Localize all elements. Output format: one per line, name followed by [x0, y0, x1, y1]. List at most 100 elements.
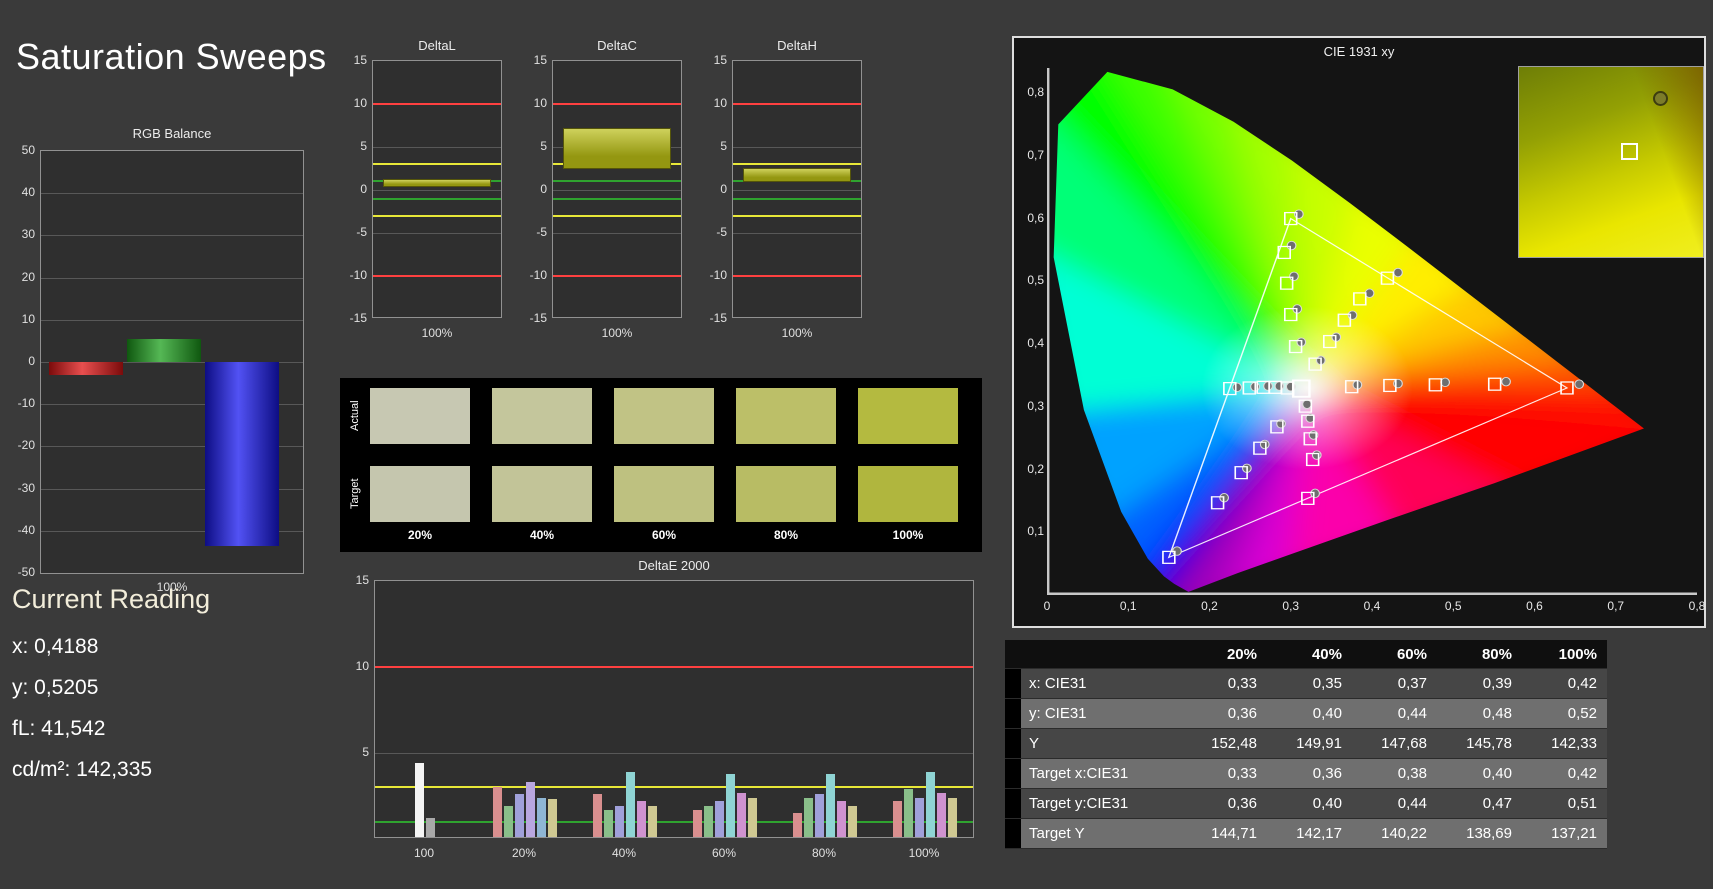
swatch-target-60%	[614, 466, 714, 522]
cie-y-tick: 0,4	[1027, 336, 1044, 351]
table-cell: 0,36	[1182, 788, 1267, 819]
deltae2000-chart: DeltaE 2000 15 10 5 100 20% 40% 60% 80% 100%	[340, 558, 990, 870]
deltae-bar	[648, 806, 657, 837]
reading-fL: fL: 41,542	[12, 717, 106, 740]
ref-line	[373, 163, 501, 166]
table-row: Y 152,48 149,91 147,68 145,78 142,33	[1005, 728, 1607, 759]
delta-chart-deltal: DeltaL 15 10 5 0 -5 -10 -15 100%	[338, 38, 506, 350]
deltae-bar	[804, 797, 813, 837]
delta-bar	[743, 167, 851, 183]
ref-line	[733, 214, 861, 217]
delta-y-tick: -15	[709, 311, 727, 325]
delta-y-tick: -5	[356, 225, 367, 239]
delta-y-tick: -10	[349, 268, 367, 282]
delta-gridline	[553, 190, 681, 191]
ref-line	[373, 197, 501, 200]
delta-gridline	[733, 233, 861, 234]
cie-y-tick: 0,2	[1027, 461, 1044, 476]
swatch-actual-20%	[370, 388, 470, 444]
delta-chart-deltac: DeltaC 15 10 5 0 -5 -10 -15 100%	[518, 38, 686, 350]
swatch-row-label-actual: Actual	[349, 400, 361, 432]
delta-y-tick: 10	[713, 96, 727, 110]
table-row-label: Target Y	[1021, 818, 1182, 849]
delta-gridline	[373, 190, 501, 191]
delta-y-tick: 10	[353, 96, 367, 110]
table-cell: 145,78	[1437, 728, 1522, 759]
delta-gridline	[373, 233, 501, 234]
ref-line	[733, 163, 861, 166]
ref-line	[553, 197, 681, 200]
deltae-y-tick: 15	[355, 573, 369, 587]
rgb-y-tick: 20	[21, 269, 35, 284]
table-cell: 0,35	[1267, 668, 1352, 699]
deltae-bar	[626, 771, 635, 837]
cie-y-tick: 0,5	[1027, 273, 1044, 288]
deltae-bar	[693, 809, 702, 837]
table-cell: 144,71	[1182, 818, 1267, 849]
ref-line	[733, 197, 861, 200]
table-cell: 0,40	[1267, 788, 1352, 819]
delta-y-tick: -5	[716, 225, 727, 239]
deltae-gridline	[375, 753, 973, 754]
table-corner	[1005, 640, 1021, 669]
deltae-bar	[526, 782, 535, 837]
table-cell: 0,51	[1522, 788, 1607, 819]
deltae-bar	[837, 801, 846, 837]
swatch-target-40%	[492, 466, 592, 522]
delta-y-tick: 0	[360, 182, 367, 196]
table-cell: 0,36	[1182, 698, 1267, 729]
ref-line	[553, 180, 681, 183]
deltae-bar	[515, 794, 524, 837]
delta-y-tick: 5	[360, 139, 367, 153]
ref-line	[553, 214, 681, 217]
cie-x-tick: 0,1	[1119, 599, 1137, 613]
deltae-bar	[615, 806, 624, 837]
measurement-table: 20% 40% 60% 80% 100% x: CIE31 0,33 0,35 0,37 0,39…	[1005, 640, 1607, 849]
table-col-header: 40%	[1267, 640, 1352, 669]
table-corner	[1021, 640, 1182, 669]
ref-line	[553, 103, 681, 105]
table-cell: 147,68	[1352, 728, 1437, 759]
reading-x: x: 0,4188	[12, 635, 99, 658]
cie-inset-zoom	[1518, 66, 1704, 258]
deltae-bar	[904, 789, 913, 837]
deltae-bar	[637, 801, 646, 837]
delta-gridline	[733, 147, 861, 148]
table-cell: 0,36	[1267, 758, 1352, 789]
rgb-balance-chart: RGB Balance 50 40 30 20 10 0 -10 -20 -30 -40 -50 100…	[8, 126, 308, 601]
swatch-actual-60%	[614, 388, 714, 444]
table-cell: 0,39	[1437, 668, 1522, 699]
swatch-actual-80%	[736, 388, 836, 444]
table-row-label: Target y:CIE31	[1021, 788, 1182, 819]
deltae-x-label: 100	[413, 846, 435, 860]
rgb-balance-plot	[40, 150, 304, 574]
rgb-y-tick: -10	[17, 396, 35, 411]
current-reading-lines: x: 0,4188 y: 0,5205 fL: 41,542 cd/m²: 142,3…	[12, 635, 210, 782]
table-cell: 152,48	[1182, 728, 1267, 759]
delta-gridline	[373, 147, 501, 148]
deltae-bar	[604, 809, 613, 837]
row-handle	[1005, 668, 1021, 699]
deltae-bar	[548, 799, 557, 837]
delta-plot	[732, 60, 862, 318]
cie-y-tick: 0,8	[1027, 85, 1044, 100]
deltae-bar	[726, 773, 735, 837]
deltae-bar	[848, 806, 857, 837]
delta-gridline	[553, 233, 681, 234]
cie-x-tick: 0,6	[1526, 599, 1543, 613]
table-row-label: Target x:CIE31	[1021, 758, 1182, 789]
cie-x-tick: 0,4	[1363, 599, 1381, 613]
ref-line	[553, 275, 681, 277]
delta-y-tick: 5	[720, 139, 727, 153]
current-reading-title: Current Reading	[12, 584, 211, 614]
deltae-bar	[704, 806, 713, 837]
deltae-bar	[826, 773, 835, 837]
table-cell: 142,33	[1522, 728, 1607, 759]
inset-target-square	[1621, 142, 1639, 160]
delta-x-label: 100%	[781, 326, 813, 340]
delta-y-tick: 15	[353, 53, 367, 67]
row-handle	[1005, 698, 1021, 729]
deltae-x-label: 20%	[511, 846, 537, 860]
table-cell: 0,40	[1267, 698, 1352, 729]
deltae-bar	[426, 818, 435, 837]
